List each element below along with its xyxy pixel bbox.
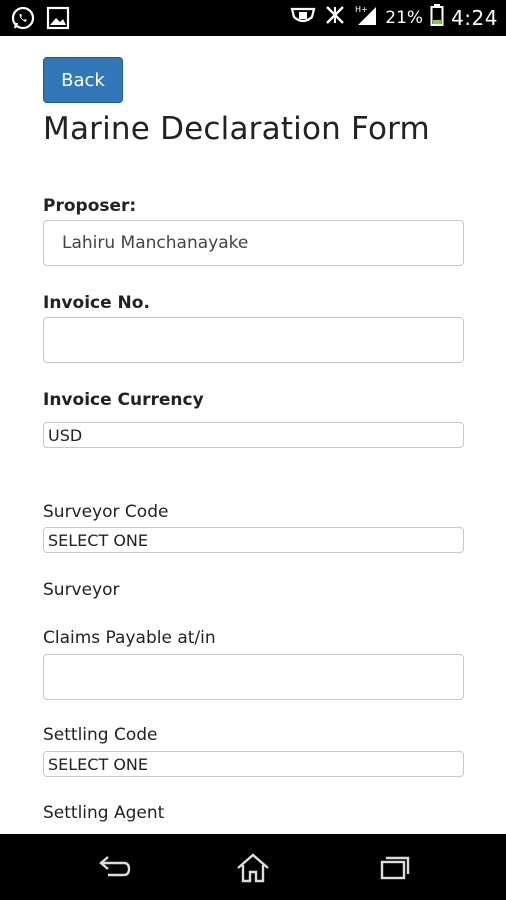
battery-percent: 21% [385, 7, 424, 28]
battery-icon [430, 3, 444, 32]
surveyor-code-select[interactable]: SELECT ONE [43, 527, 464, 553]
home-icon[interactable] [233, 848, 273, 888]
settling-code-label: Settling Code [43, 725, 158, 745]
claims-payable-input[interactable] [43, 654, 464, 700]
page-title: Marine Declaration Form [43, 111, 430, 147]
surveyor-code-label: Surveyor Code [43, 502, 169, 522]
vpn-icon [290, 3, 316, 32]
invoice-no-label: Invoice No. [43, 293, 150, 313]
invoice-no-input[interactable] [43, 317, 464, 363]
signal-icon: H+ [354, 3, 378, 32]
gallery-icon [46, 5, 70, 35]
back-icon[interactable] [94, 848, 134, 888]
proposer-label: Proposer: [43, 196, 137, 216]
status-bar: H+ 21% 4:24 [0, 0, 506, 36]
clock: 4:24 [451, 5, 498, 30]
proposer-input[interactable]: Lahiru Manchanayake [43, 220, 464, 266]
form-content: Back Marine Declaration Form Proposer: L… [0, 36, 506, 834]
navigation-bar [0, 834, 506, 900]
back-button[interactable]: Back [43, 57, 123, 103]
settling-code-select[interactable]: SELECT ONE [43, 751, 464, 777]
svg-text:H+: H+ [355, 5, 368, 14]
recents-icon[interactable] [374, 848, 414, 888]
surveyor-label: Surveyor [43, 580, 120, 600]
claims-payable-label: Claims Payable at/in [43, 628, 216, 648]
vibrate-off-icon [323, 3, 347, 32]
invoice-currency-label: Invoice Currency [43, 390, 204, 410]
whatsapp-icon [10, 5, 36, 35]
settling-agent-label: Settling Agent [43, 803, 165, 823]
invoice-currency-select[interactable]: USD [43, 422, 464, 448]
